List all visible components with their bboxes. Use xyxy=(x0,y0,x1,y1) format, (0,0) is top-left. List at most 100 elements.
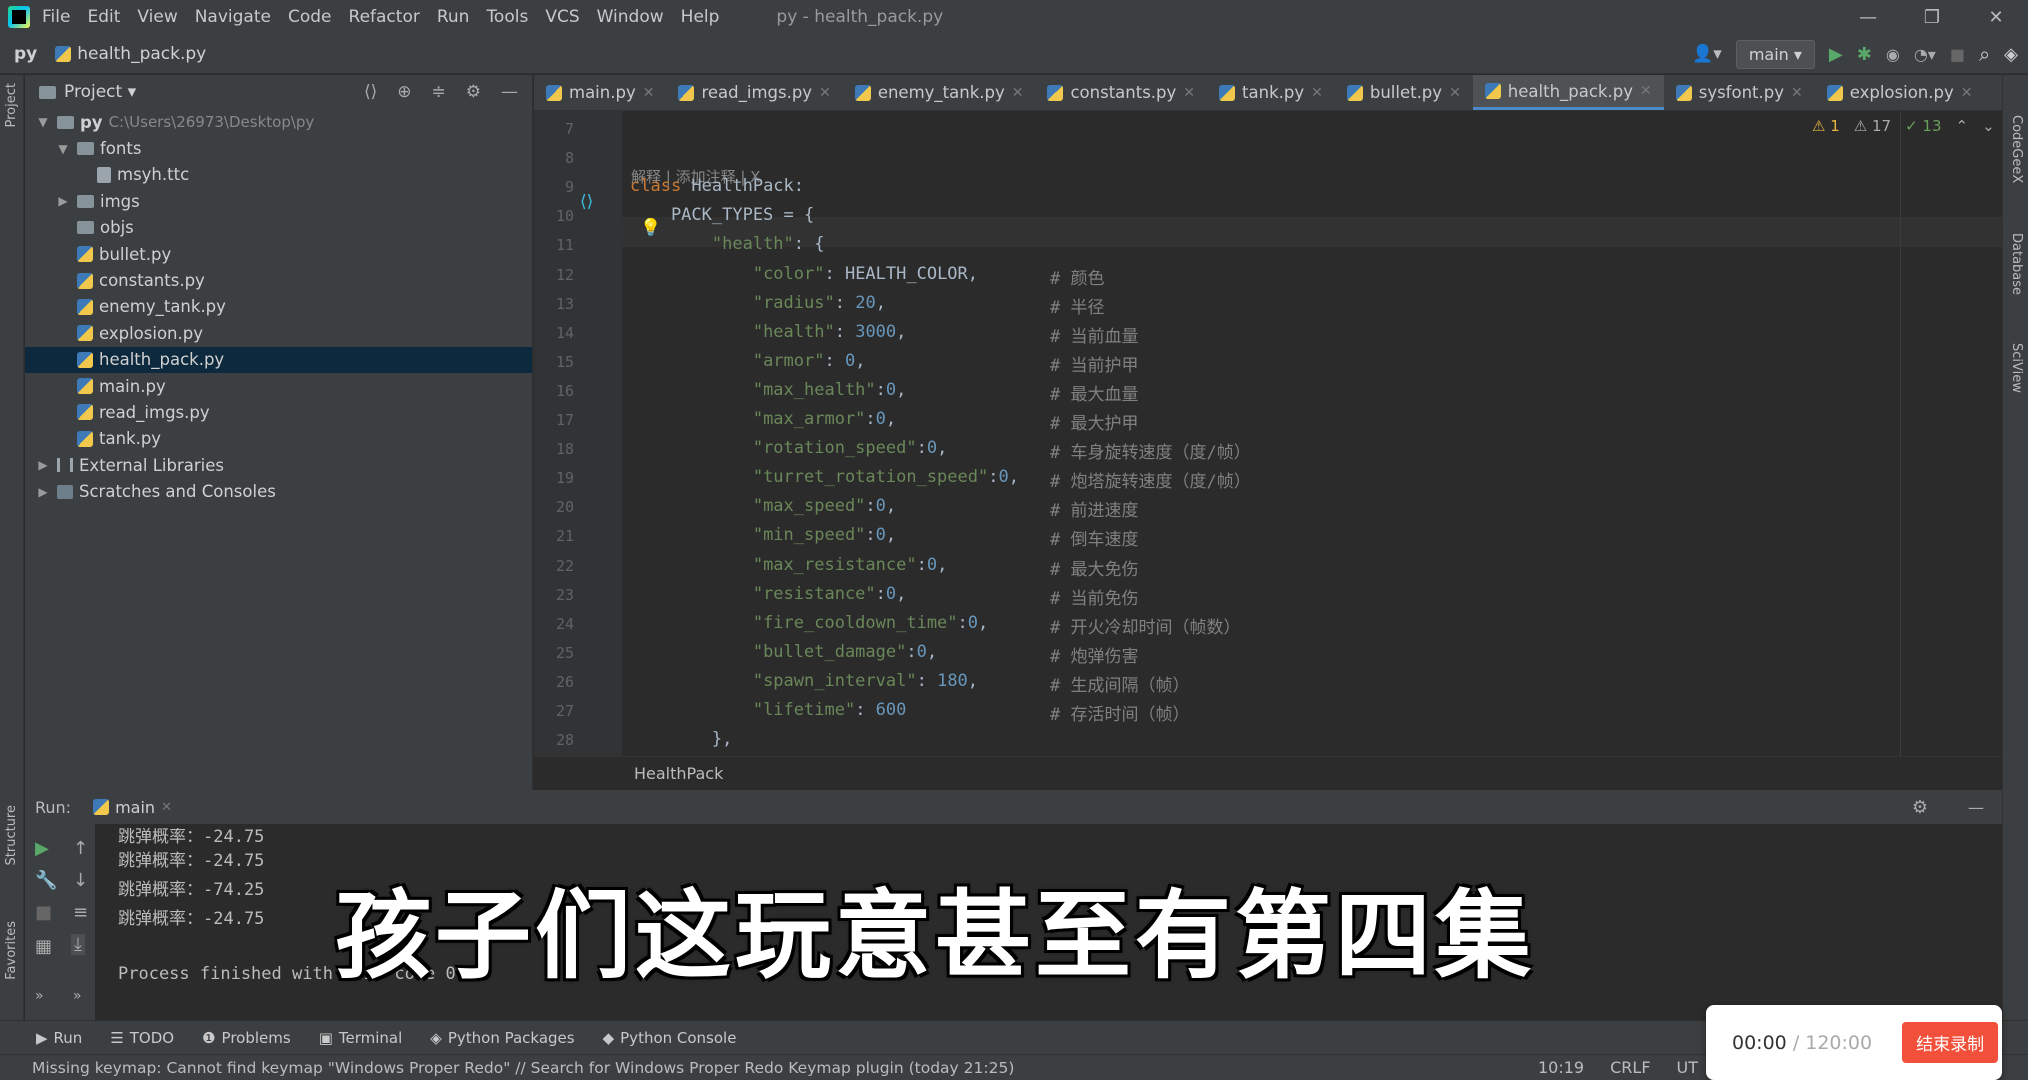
tree-item-explosion[interactable]: explosion.py xyxy=(25,320,532,346)
profile-icon[interactable]: ◔▾ xyxy=(1914,45,1936,64)
ide-settings-icon[interactable]: ◈ xyxy=(2004,44,2018,65)
tree-scratches[interactable]: ▶ Scratches and Consoles xyxy=(25,478,532,504)
minimize-icon[interactable]: — xyxy=(1836,7,1900,28)
tab-sysfont[interactable]: sysfont.py ✕ xyxy=(1664,75,1815,110)
project-panel-title[interactable]: Project xyxy=(64,82,122,102)
codegeex-tool-label[interactable]: CodeGeeX xyxy=(2009,115,2024,183)
chevron-right-icon[interactable]: ▶ xyxy=(35,485,51,499)
stop-icon[interactable]: ■ xyxy=(35,902,52,923)
tab-constants[interactable]: constants.py ✕ xyxy=(1035,75,1207,110)
menu-refactor[interactable]: Refactor xyxy=(349,7,420,27)
close-icon[interactable]: ✕ xyxy=(1964,7,2028,28)
tree-item-constants[interactable]: constants.py xyxy=(25,267,532,293)
codegeex-gutter-icon[interactable]: ⟨⟩ xyxy=(580,192,593,212)
expand-icon[interactable]: ≑ xyxy=(432,82,446,102)
tree-item-bullet[interactable]: bullet.py xyxy=(25,241,532,267)
hide-icon[interactable]: — xyxy=(1968,798,1984,817)
sciview-tool-label[interactable]: SciView xyxy=(2009,343,2024,393)
tree-item-read-imgs[interactable]: read_imgs.py xyxy=(25,399,532,425)
tree-item-main[interactable]: main.py xyxy=(25,373,532,399)
stop-icon[interactable]: ■ xyxy=(1950,45,1965,64)
menu-window[interactable]: Window xyxy=(597,7,664,27)
run-config-selector[interactable]: main ▾ xyxy=(1735,39,1815,69)
chevron-down-icon[interactable]: ▼ xyxy=(35,115,51,129)
close-tab-icon[interactable]: ✕ xyxy=(1640,83,1652,99)
tree-item-enemy-tank[interactable]: enemy_tank.py xyxy=(25,294,532,320)
tab-health-pack[interactable]: health_pack.py ✕ xyxy=(1472,75,1664,110)
run-config-tab[interactable]: main ✕ xyxy=(93,798,172,817)
menu-view[interactable]: View xyxy=(137,7,177,27)
rerun-icon[interactable]: ▶ xyxy=(35,838,49,859)
run-icon[interactable]: ▶ xyxy=(1829,44,1843,65)
debug-icon[interactable]: ✱ xyxy=(1857,44,1872,65)
caret-position[interactable]: 10:19 xyxy=(1538,1058,1584,1077)
status-message[interactable]: Missing keymap: Cannot find keymap "Wind… xyxy=(32,1059,1014,1077)
inspection-widget[interactable]: ⚠ 1 ⚠ 17 ✓ 13 ⌃ ⌄ xyxy=(1812,117,1995,135)
arrow-up-icon[interactable]: ↑ xyxy=(73,838,88,859)
collapse-all-icon[interactable]: ⟨⟩ xyxy=(364,82,377,102)
tree-item-health-pack[interactable]: health_pack.py xyxy=(25,346,532,373)
more-icon[interactable]: » xyxy=(73,988,82,1004)
structure-tool-label[interactable]: Structure xyxy=(4,805,19,865)
tree-item-fonts[interactable]: ▼ fonts xyxy=(25,135,532,161)
tree-item-imgs[interactable]: ▶ imgs xyxy=(25,188,532,214)
search-icon[interactable]: ⌕ xyxy=(1979,42,1990,66)
file-encoding[interactable]: UT xyxy=(1677,1058,1698,1077)
more-icon[interactable]: » xyxy=(35,988,44,1004)
tree-item-tank[interactable]: tank.py xyxy=(25,426,532,452)
tool-problems[interactable]: ❶ Problems xyxy=(202,1029,291,1047)
breadcrumb-file[interactable]: health_pack.py xyxy=(55,44,206,64)
close-tab-icon[interactable]: ✕ xyxy=(1449,85,1461,101)
tool-todo[interactable]: ☰ TODO xyxy=(110,1029,174,1047)
close-tab-icon[interactable]: ✕ xyxy=(1311,85,1323,101)
breadcrumb-class[interactable]: HealthPack xyxy=(634,764,723,783)
tab-bullet[interactable]: bullet.py ✕ xyxy=(1335,75,1473,110)
tool-python-console[interactable]: ◆ Python Console xyxy=(603,1029,737,1047)
hide-icon[interactable]: — xyxy=(501,82,518,102)
close-tab-icon[interactable]: ✕ xyxy=(1183,85,1195,101)
user-icon[interactable]: 👤▾ xyxy=(1692,44,1722,64)
menu-code[interactable]: Code xyxy=(288,7,332,27)
scroll-to-end-icon[interactable]: ⤓ xyxy=(71,934,85,955)
database-tool-label[interactable]: Database xyxy=(2009,233,2024,295)
tab-enemy-tank[interactable]: enemy_tank.py ✕ xyxy=(843,75,1036,110)
chevron-right-icon[interactable]: ▶ xyxy=(35,458,51,472)
favorites-tool-label[interactable]: Favorites xyxy=(4,921,19,980)
menu-edit[interactable]: Edit xyxy=(87,7,120,27)
tool-python-packages[interactable]: ◈ Python Packages xyxy=(430,1029,574,1047)
arrow-down-icon[interactable]: ↓ xyxy=(73,870,88,891)
close-tab-icon[interactable]: ✕ xyxy=(1961,85,1973,101)
soft-wrap-icon[interactable]: ≡ xyxy=(73,902,88,923)
close-tab-icon[interactable]: ✕ xyxy=(819,85,831,101)
tab-explosion[interactable]: explosion.py ✕ xyxy=(1815,75,1985,110)
locate-icon[interactable]: ⊕ xyxy=(397,82,411,102)
coverage-icon[interactable]: ◉ xyxy=(1886,45,1900,64)
tab-read-imgs[interactable]: read_imgs.py ✕ xyxy=(666,75,842,110)
tree-item-msyh[interactable]: msyh.ttc xyxy=(25,162,532,188)
line-separator[interactable]: CRLF xyxy=(1610,1058,1650,1077)
stop-recording-button[interactable]: 结束录制 xyxy=(1902,1022,1999,1063)
chevron-right-icon[interactable]: ▶ xyxy=(55,194,71,208)
menu-tools[interactable]: Tools xyxy=(486,7,528,27)
layout-icon[interactable]: ▦ xyxy=(35,936,52,957)
wrench-icon[interactable]: 🔧 xyxy=(35,870,57,891)
tool-terminal[interactable]: ▣ Terminal xyxy=(319,1029,403,1047)
menu-vcs[interactable]: VCS xyxy=(545,7,579,27)
project-tool-label[interactable]: Project xyxy=(4,83,19,127)
breadcrumb-project[interactable]: py xyxy=(14,44,37,64)
close-tab-icon[interactable]: ✕ xyxy=(1791,85,1803,101)
tree-external-libraries[interactable]: ▶ External Libraries xyxy=(25,452,532,478)
chevron-down-icon[interactable]: ▼ xyxy=(55,142,71,156)
menu-help[interactable]: Help xyxy=(681,7,720,27)
close-icon[interactable]: ✕ xyxy=(161,800,172,815)
gear-icon[interactable]: ⚙ xyxy=(1912,797,1928,818)
menu-navigate[interactable]: Navigate xyxy=(195,7,271,27)
tree-item-objs[interactable]: objs xyxy=(25,215,532,241)
menu-file[interactable]: File xyxy=(42,7,70,27)
tab-main[interactable]: main.py ✕ xyxy=(534,75,666,110)
tab-tank[interactable]: tank.py ✕ xyxy=(1207,75,1335,110)
chevron-up-icon[interactable]: ⌃ xyxy=(1956,117,1969,135)
tree-root[interactable]: ▼ py C:\Users\26973\Desktop\py xyxy=(25,109,532,135)
restore-icon[interactable]: ❐ xyxy=(1900,7,1964,28)
close-tab-icon[interactable]: ✕ xyxy=(643,85,655,101)
